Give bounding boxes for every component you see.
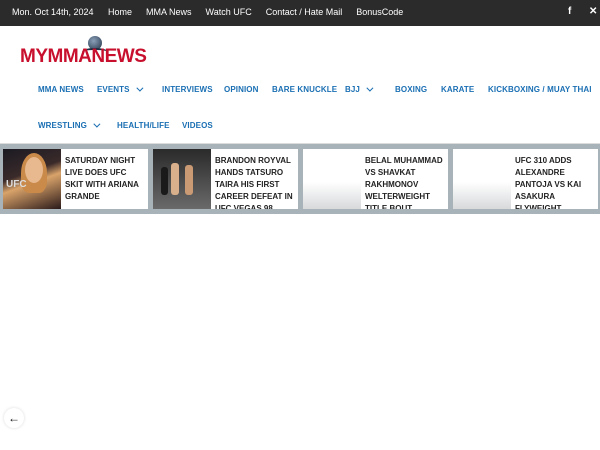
ticker-card[interactable]: BRANDON ROYVAL HANDS TATSURO TAIRA HIS F… <box>153 149 298 209</box>
nav-item-karate[interactable]: KARATE <box>441 85 474 94</box>
top-link-watch-ufc[interactable]: Watch UFC <box>206 7 252 17</box>
ticker-card[interactable]: BELAL MUHAMMAD VS SHAVKAT RAKHMONOV WELT… <box>303 149 448 209</box>
nav-item-kickboxing-muay-thai[interactable]: KICKBOXING / MUAY THAI <box>488 85 592 94</box>
article-thumbnail[interactable] <box>453 149 511 209</box>
article-thumbnail[interactable]: UFC <box>3 149 61 209</box>
ticker-card[interactable]: UFC SATURDAY NIGHT LIVE DOES UFC SKIT WI… <box>3 149 148 209</box>
current-date: Mon. Oct 14th, 2024 <box>12 7 94 17</box>
article-title[interactable]: BRANDON ROYVAL HANDS TATSURO TAIRA HIS F… <box>215 155 295 209</box>
arrow-left-icon: ← <box>8 411 20 425</box>
chevron-down-icon <box>366 84 374 92</box>
top-link-contact[interactable]: Contact / Hate Mail <box>266 7 343 17</box>
article-title[interactable]: SATURDAY NIGHT LIVE DOES UFC SKIT WITH A… <box>65 155 145 203</box>
top-link-home[interactable]: Home <box>108 7 132 17</box>
back-button[interactable]: ← <box>4 408 24 428</box>
news-ticker: UFC SATURDAY NIGHT LIVE DOES UFC SKIT WI… <box>0 144 600 214</box>
nav-item-wrestling[interactable]: WRESTLING <box>38 120 101 130</box>
chevron-down-icon <box>93 120 101 128</box>
facebook-icon[interactable]: f <box>568 6 571 17</box>
nav-item-boxing[interactable]: BOXING <box>395 85 427 94</box>
nav-item-bare-knuckle[interactable]: BARE KNUCKLE <box>272 85 337 94</box>
nav-item-bjj[interactable]: BJJ <box>345 84 374 94</box>
article-title[interactable]: UFC 310 ADDS ALEXANDRE PANTOJA VS KAI AS… <box>515 155 595 209</box>
nav-item-interviews[interactable]: INTERVIEWS <box>162 85 213 94</box>
nav-item-mma-news[interactable]: MMA NEWS <box>38 85 84 94</box>
site-logo[interactable]: MYMMANEWS <box>20 36 165 70</box>
top-bar: Mon. Oct 14th, 2024 Home MMA News Watch … <box>0 0 600 26</box>
top-link-mma-news[interactable]: MMA News <box>146 7 192 17</box>
nav-item-videos[interactable]: VIDEOS <box>182 121 213 130</box>
top-link-bonuscode[interactable]: BonusCode <box>356 7 403 17</box>
article-title[interactable]: BELAL MUHAMMAD VS SHAVKAT RAKHMONOV WELT… <box>365 155 445 209</box>
article-thumbnail[interactable] <box>153 149 211 209</box>
ticker-card[interactable]: UFC 310 ADDS ALEXANDRE PANTOJA VS KAI AS… <box>453 149 598 209</box>
nav-item-events[interactable]: EVENTS <box>97 84 144 94</box>
chevron-down-icon <box>135 84 144 92</box>
nav-item-opinion[interactable]: OPINION <box>224 85 258 94</box>
top-links: Home MMA News Watch UFC Contact / Hate M… <box>108 7 403 17</box>
article-thumbnail[interactable] <box>303 149 361 209</box>
x-twitter-icon[interactable]: ✕ <box>589 6 597 17</box>
nav-item-health-life[interactable]: HEALTH/LIFE <box>117 121 170 130</box>
logo-wordmark: MYMMANEWS <box>20 46 147 67</box>
